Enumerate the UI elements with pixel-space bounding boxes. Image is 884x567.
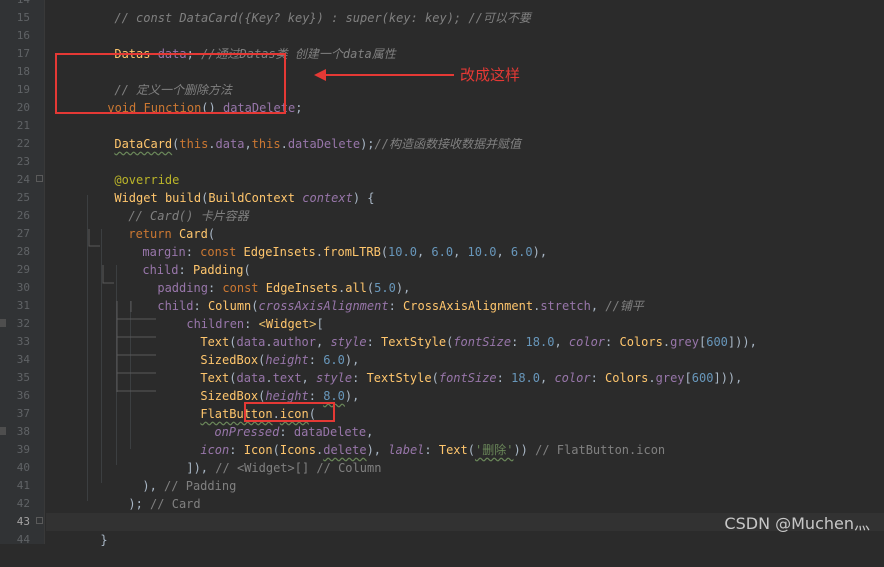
annotation-note: 改成这样	[460, 66, 521, 84]
arrow-left-icon	[314, 69, 454, 81]
watermark: CSDN @Muchen灬	[724, 514, 870, 533]
code-editor[interactable]: 14 15 16 17 18 19 20 21 22 23 24 25 26 2…	[0, 0, 884, 547]
highlight-box-on-pressed	[244, 402, 335, 422]
highlight-box-delete-method	[55, 53, 286, 114]
